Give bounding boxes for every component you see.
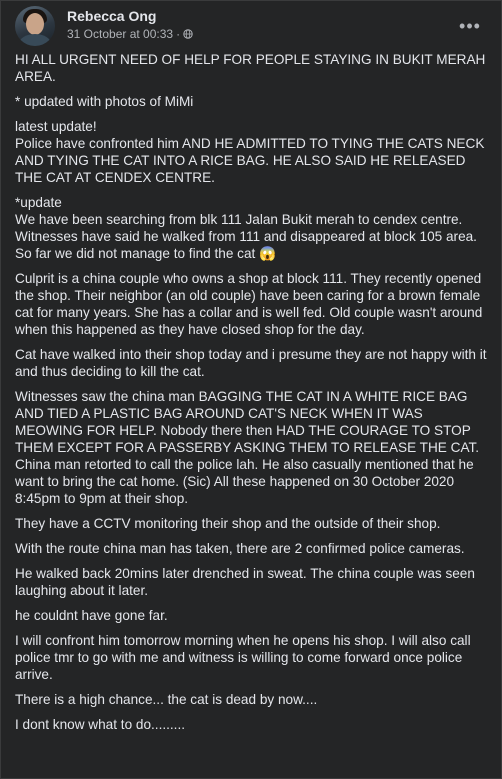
- post-paragraph: * updated with photos of MiMi: [15, 94, 194, 109]
- post-paragraph: latest update! Police have confronted hi…: [15, 119, 485, 185]
- meta-separator: ·: [176, 27, 181, 41]
- post-paragraph: With the route china man has taken, ther…: [15, 541, 465, 556]
- facebook-post: Rebecca Ong 31 October at 00:33 · ••• HI…: [0, 0, 502, 779]
- avatar-body: [19, 34, 51, 46]
- post-timestamp[interactable]: 31 October at 00:33: [67, 27, 173, 41]
- avatar-face: [26, 13, 44, 35]
- post-meta: 31 October at 00:33 ·: [67, 27, 193, 41]
- post-paragraph: Cat have walked into their shop today an…: [15, 347, 487, 379]
- globe-icon: [183, 29, 193, 39]
- post-paragraph: *update We have been searching from blk …: [15, 195, 477, 261]
- post-paragraph: I will confront him tomorrow morning whe…: [15, 633, 471, 682]
- author-name[interactable]: Rebecca Ong: [67, 8, 156, 24]
- post-header: Rebecca Ong 31 October at 00:33 · •••: [15, 1, 487, 51]
- post-body: HI ALL URGENT NEED OF HELP FOR PEOPLE ST…: [15, 51, 487, 741]
- post-paragraph: HI ALL URGENT NEED OF HELP FOR PEOPLE ST…: [15, 52, 486, 84]
- post-paragraph: He walked back 20mins later drenched in …: [15, 566, 475, 598]
- more-options-icon[interactable]: •••: [457, 13, 483, 39]
- avatar[interactable]: [15, 6, 55, 46]
- post-paragraph: There is a high chance... the cat is dea…: [15, 692, 318, 707]
- post-paragraph: Culprit is a china couple who owns a sho…: [15, 271, 483, 337]
- post-paragraph: I dont know what to do.........: [15, 717, 186, 732]
- post-paragraph: Witnesses saw the china man BAGGING THE …: [15, 389, 480, 506]
- post-paragraph: They have a CCTV monitoring their shop a…: [15, 516, 441, 531]
- more-options-label: •••: [459, 15, 481, 36]
- post-paragraph: he couldnt have gone far.: [15, 608, 168, 623]
